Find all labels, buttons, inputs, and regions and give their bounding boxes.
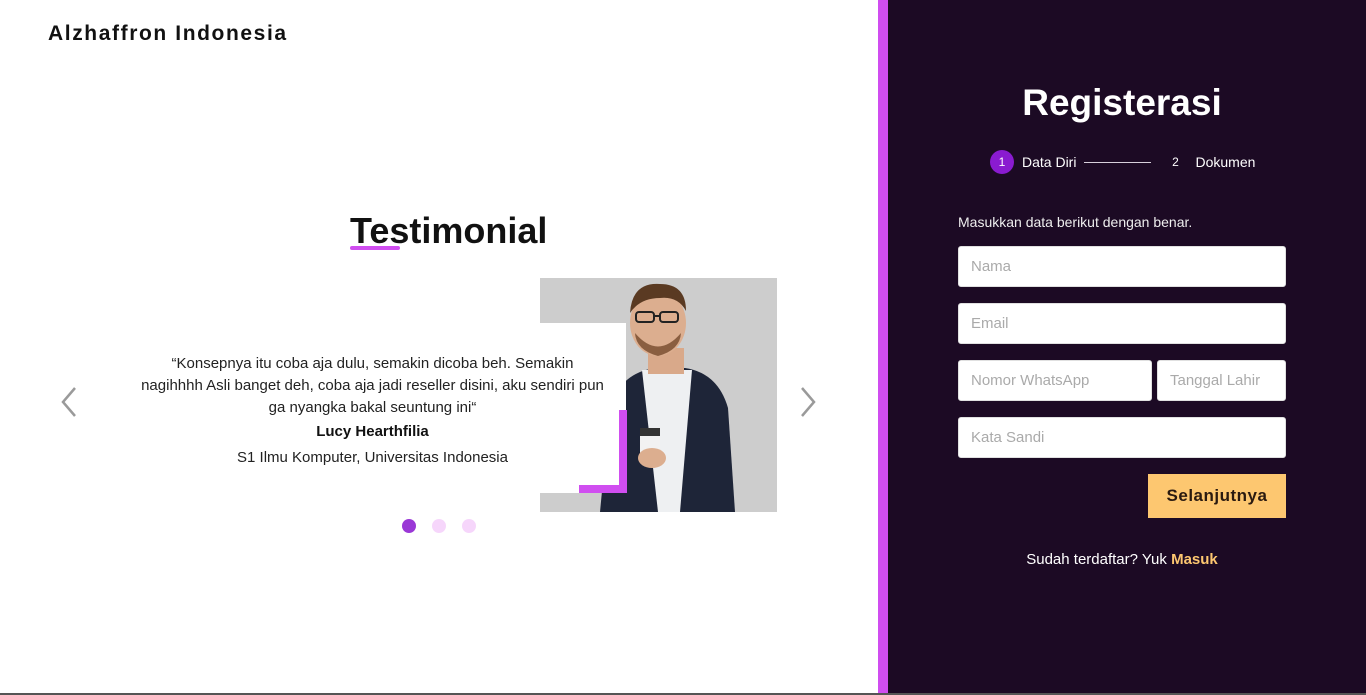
registration-title: Registerasi xyxy=(1022,82,1222,123)
login-prompt: Sudah terdaftar? Yuk Masuk xyxy=(888,551,1356,568)
panel-divider xyxy=(878,0,888,693)
form-instruction: Masukkan data berikut dengan benar. xyxy=(958,214,1193,230)
whatsapp-field[interactable] xyxy=(958,360,1152,401)
testimonial-name: Lucy Hearthfilia xyxy=(316,423,429,440)
login-prompt-text: Sudah terdaftar? Yuk xyxy=(1026,551,1172,568)
login-link[interactable]: Masuk xyxy=(1171,551,1218,568)
stepper: 1 Data Diri 2 Dokumen xyxy=(990,150,1255,174)
birthdate-field[interactable] xyxy=(1157,360,1286,401)
carousel-dot-1[interactable] xyxy=(402,519,416,533)
step-1-number: 1 xyxy=(990,150,1014,174)
password-field[interactable] xyxy=(958,417,1286,458)
title-underline xyxy=(350,246,400,250)
chevron-left-icon[interactable] xyxy=(58,384,82,420)
chevron-right-icon[interactable] xyxy=(795,384,819,420)
registration-panel: Registerasi 1 Data Diri 2 Dokumen Masukk… xyxy=(888,0,1366,693)
next-button[interactable]: Selanjutnya xyxy=(1148,474,1286,518)
brand-logo-text[interactable]: Alzhaffron Indonesia xyxy=(48,22,288,46)
email-field[interactable] xyxy=(958,303,1286,344)
name-field[interactable] xyxy=(958,246,1286,287)
carousel-dot-2[interactable] xyxy=(432,519,446,533)
testimonial-role: S1 Ilmu Komputer, Universitas Indonesia xyxy=(237,449,508,466)
step-connector xyxy=(1084,161,1152,163)
step-1-label: Data Diri xyxy=(1022,154,1077,170)
testimonial-panel: Alzhaffron Indonesia Testimonial “Konsep… xyxy=(0,0,878,693)
photo-accent-vertical xyxy=(619,410,627,493)
carousel-dots xyxy=(402,519,476,533)
step-2-number: 2 xyxy=(1172,155,1179,169)
step-2-label: Dokumen xyxy=(1195,154,1256,170)
carousel-dot-3[interactable] xyxy=(462,519,476,533)
testimonial-quote: “Konsepnya itu coba aja dulu, semakin di… xyxy=(141,355,604,416)
photo-accent-horizontal xyxy=(579,485,627,493)
